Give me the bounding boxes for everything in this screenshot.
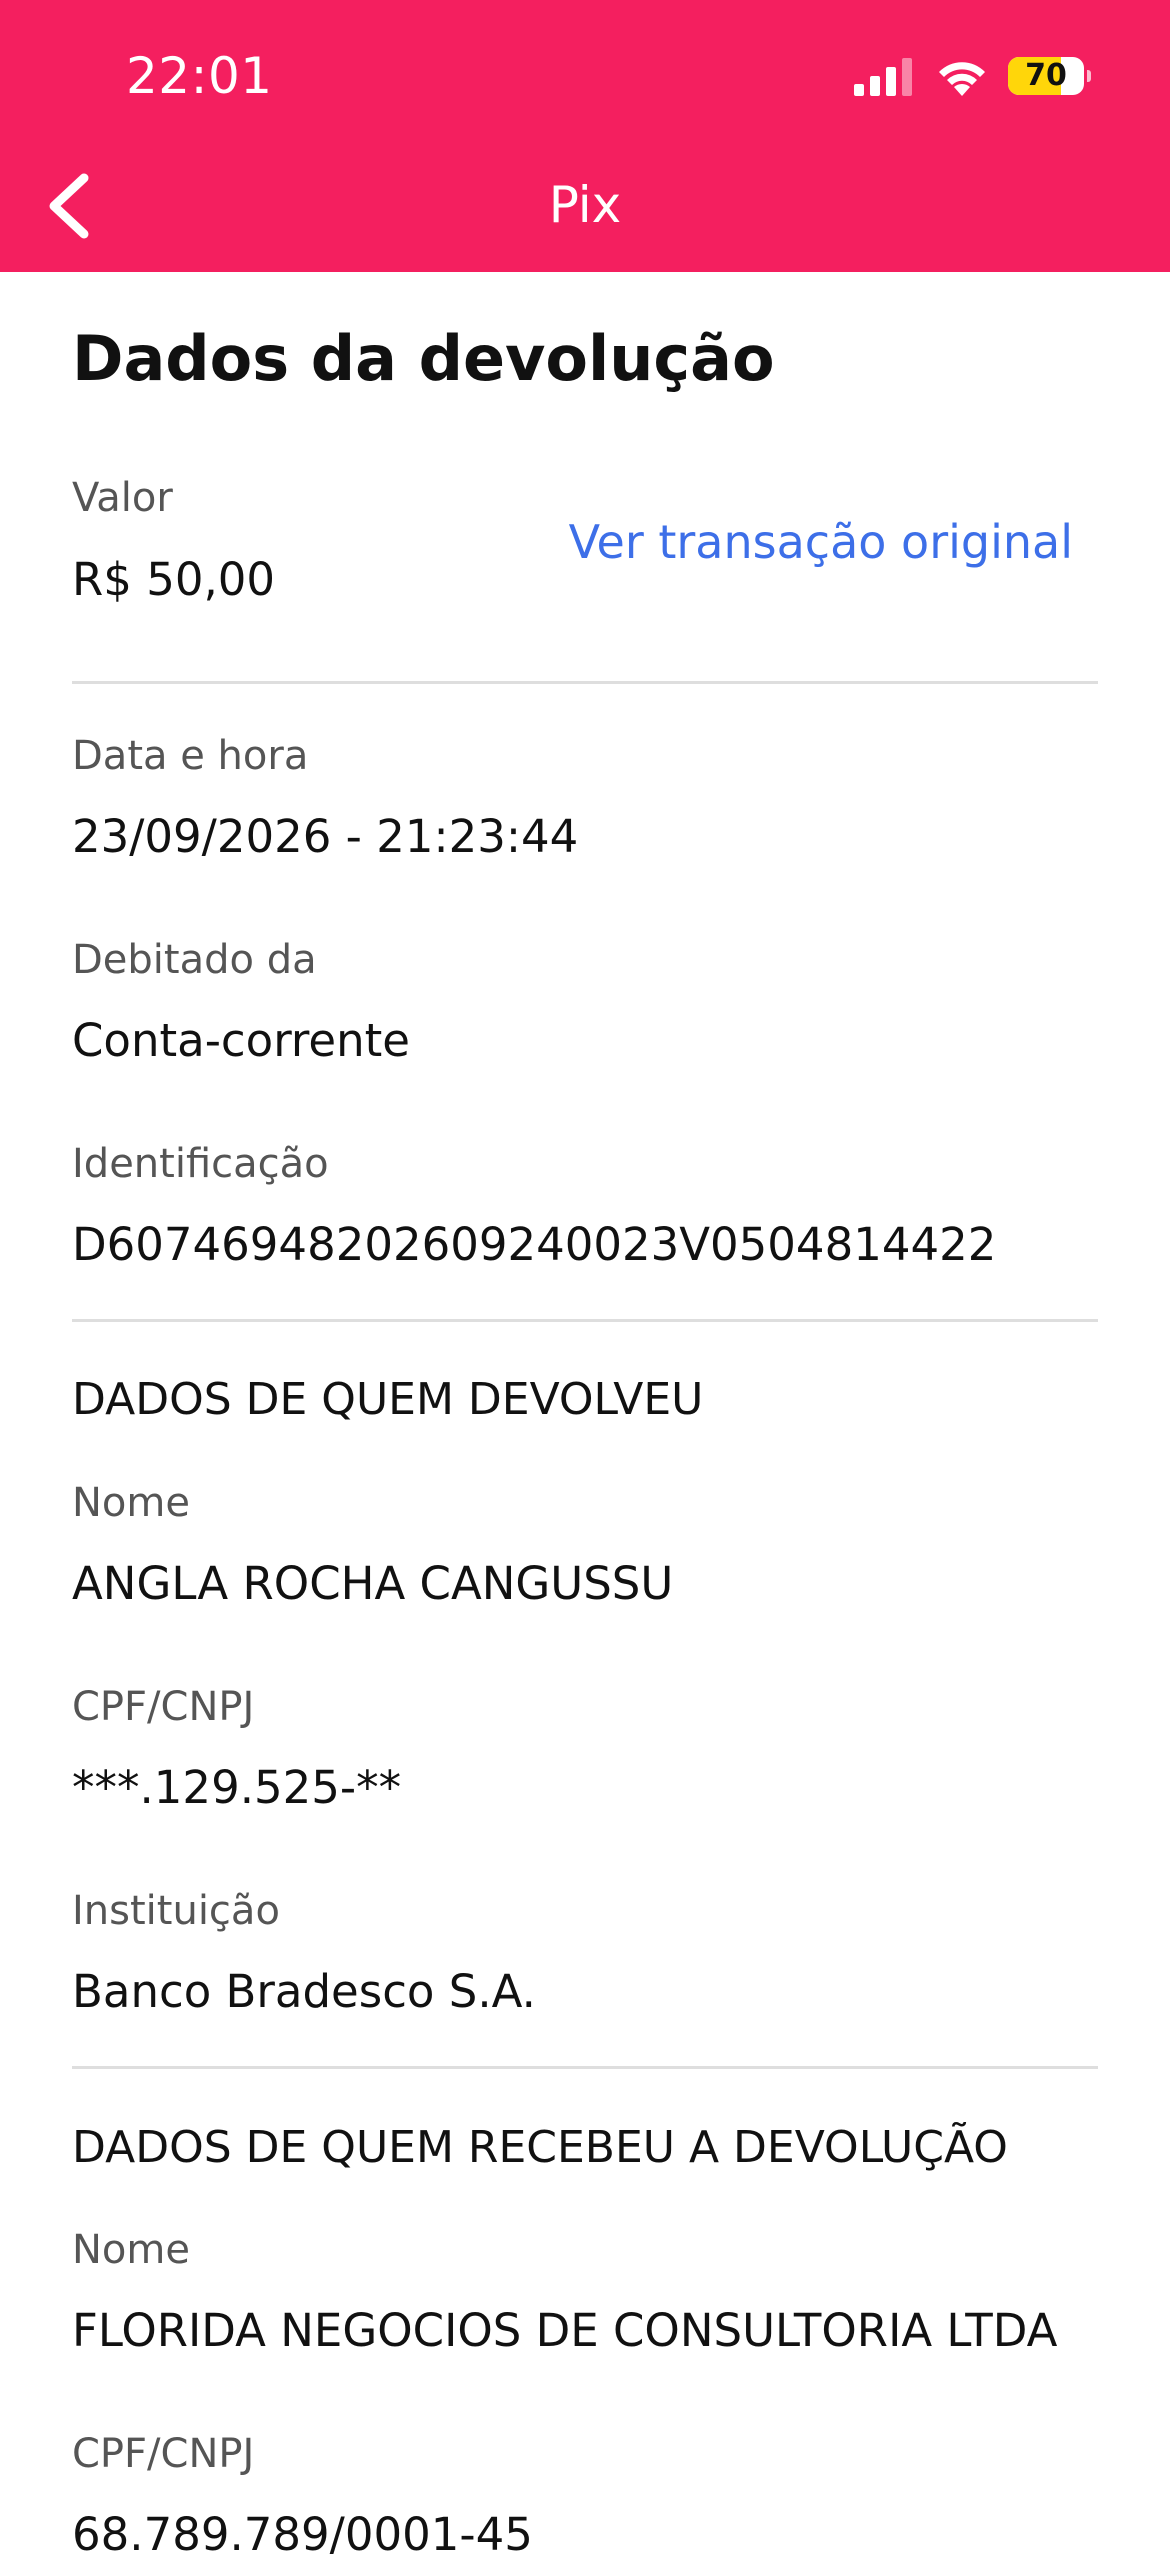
status-time: 22:01 — [126, 47, 273, 105]
devolveu-cpf-value: ***.129.525-** — [72, 1761, 402, 1814]
battery-icon: 70 — [1008, 57, 1091, 95]
battery-percent: 70 — [1025, 58, 1067, 93]
recebeu-nome-label: Nome — [72, 2227, 190, 2273]
data-hora-label: Data e hora — [72, 733, 309, 779]
devolveu-instituicao-label: Instituição — [72, 1888, 280, 1934]
identificacao-label: Identificação — [72, 1141, 329, 1187]
cellular-signal-icon — [854, 58, 912, 96]
ver-transacao-original-link[interactable]: Ver transação original — [569, 515, 1073, 569]
devolveu-nome-value: ANGLA ROCHA CANGUSSU — [72, 1557, 674, 1610]
devolveu-instituicao-value: Banco Bradesco S.A. — [72, 1965, 536, 2018]
valor-label: Valor — [72, 475, 173, 521]
divider — [72, 1319, 1098, 1322]
section-title-devolveu: DADOS DE QUEM DEVOLVEU — [72, 1374, 704, 1425]
recebeu-cpf-label: CPF/CNPJ — [72, 2431, 255, 2477]
data-hora-value: 23/09/2026 - 21:23:44 — [72, 810, 579, 863]
devolveu-nome-label: Nome — [72, 1480, 190, 1526]
app-header: 22:01 70 Pix — [0, 0, 1170, 272]
page-title: Dados da devolução — [72, 322, 775, 395]
valor-value: R$ 50,00 — [72, 553, 276, 606]
divider — [72, 2066, 1098, 2069]
wifi-icon — [939, 62, 985, 96]
recebeu-cpf-value: 68.789.789/0001-45 — [72, 2508, 533, 2561]
section-title-recebeu: DADOS DE QUEM RECEBEU A DEVOLUÇÃO — [72, 2122, 1008, 2173]
debitado-label: Debitado da — [72, 937, 317, 983]
debitado-value: Conta-corrente — [72, 1014, 410, 1067]
divider — [72, 681, 1098, 684]
nav-title: Pix — [548, 176, 622, 234]
recebeu-nome-value: FLORIDA NEGOCIOS DE CONSULTORIA LTDA — [72, 2304, 1058, 2357]
devolveu-cpf-label: CPF/CNPJ — [72, 1684, 255, 1730]
identificacao-value: D60746948202609240023V0504814422 — [72, 1218, 997, 1271]
